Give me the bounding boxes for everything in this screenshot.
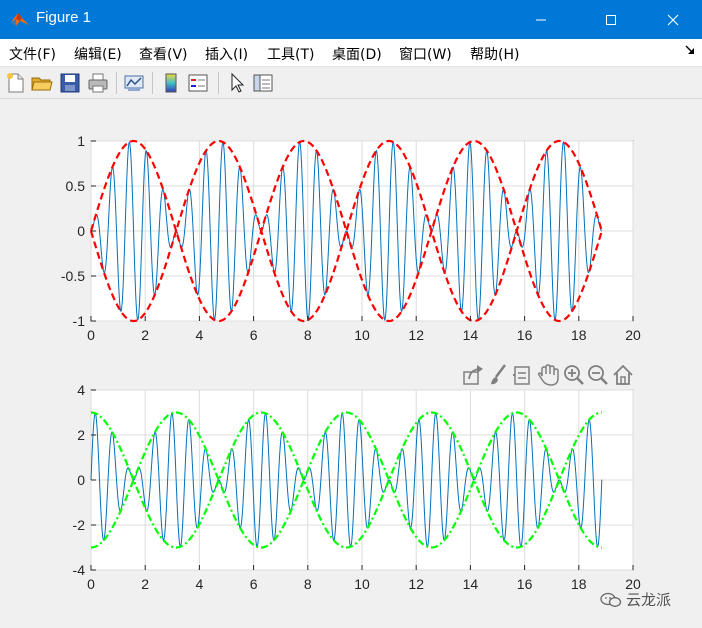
y-tick-label: 4 xyxy=(77,382,85,398)
toolbar-separator xyxy=(152,72,153,94)
x-tick-label: 18 xyxy=(571,576,587,592)
y-tick-label: 1 xyxy=(77,133,85,149)
menu-insert[interactable]: 插入(I) xyxy=(205,44,248,64)
matlab-icon xyxy=(11,13,29,26)
x-tick-label: 6 xyxy=(250,576,258,592)
pointer-icon[interactable] xyxy=(225,71,249,95)
figure-toolbar xyxy=(0,67,702,99)
axes-top[interactable]: 0 2 4 6 8 10 12 14 16 18 20 -1 -0.5 0 0.5 1 xyxy=(61,133,641,343)
menu-file[interactable]: 文件(F) xyxy=(9,44,56,64)
axes-bottom[interactable]: 0 2 4 6 8 10 12 14 16 18 20-4-2024 xyxy=(73,382,641,592)
window-title: Figure 1 xyxy=(36,9,92,26)
menu-tools[interactable]: 工具(T) xyxy=(267,44,314,64)
watermark-text: 云龙派 xyxy=(626,591,672,609)
maximize-icon xyxy=(606,14,616,25)
x-tick-label: 14 xyxy=(463,576,479,592)
toolbar-separator xyxy=(116,72,117,94)
x-tick-label: 18 xyxy=(571,327,587,343)
home-icon[interactable] xyxy=(613,364,633,385)
minimize-button[interactable] xyxy=(518,0,564,39)
zoom-in-icon[interactable] xyxy=(564,365,584,385)
y-tick-label: -4 xyxy=(73,562,86,578)
save-icon[interactable] xyxy=(58,71,82,95)
y-tick-label: 0.5 xyxy=(66,178,86,194)
x-tick-label: 6 xyxy=(250,327,258,343)
y-tick-label: -1 xyxy=(73,313,86,329)
x-tick-label: 14 xyxy=(463,327,479,343)
x-tick-label: 12 xyxy=(408,327,424,343)
menu-bar: 文件(F) 编辑(E) 查看(V) 插入(I) 工具(T) 桌面(D) 窗口(W… xyxy=(0,39,702,67)
open-folder-icon[interactable] xyxy=(30,71,54,95)
x-tick-label: 4 xyxy=(196,327,204,343)
wechat-icon xyxy=(600,592,622,607)
pan-icon[interactable] xyxy=(537,364,559,386)
y-tick-label: 2 xyxy=(77,427,85,443)
y-tick-label: -0.5 xyxy=(61,268,85,284)
menu-edit[interactable]: 编辑(E) xyxy=(74,44,122,64)
y-tick-label: 0 xyxy=(77,223,85,239)
property-editor-icon[interactable] xyxy=(251,71,275,95)
x-tick-label: 10 xyxy=(354,327,370,343)
close-icon xyxy=(667,14,679,25)
menu-desktop[interactable]: 桌面(D) xyxy=(332,44,382,64)
x-tick-label: 16 xyxy=(517,327,533,343)
x-tick-label: 0 xyxy=(87,327,95,343)
print-icon[interactable] xyxy=(86,71,110,95)
zoom-out-icon[interactable] xyxy=(588,365,608,385)
watermark: 云龙派 xyxy=(600,589,671,610)
x-tick-label: 8 xyxy=(304,327,312,343)
figure-canvas: 0 2 4 6 8 10 12 14 16 18 20 -1 -0.5 0 0.5 1 0 2 4 6 8 1 xyxy=(61,133,641,592)
x-tick-label: 2 xyxy=(141,327,149,343)
menu-help[interactable]: 帮助(H) xyxy=(470,44,519,64)
new-file-icon[interactable] xyxy=(4,71,28,95)
x-tick-label: 20 xyxy=(625,327,641,343)
x-tick-label: 8 xyxy=(304,576,312,592)
datatip-icon[interactable] xyxy=(513,366,530,385)
close-button[interactable] xyxy=(650,0,696,39)
axes-toolbar xyxy=(463,364,633,386)
x-tick-label: 16 xyxy=(517,576,533,592)
maximize-button[interactable] xyxy=(588,0,634,39)
y-tick-label: -2 xyxy=(73,517,86,533)
colorbar-icon[interactable] xyxy=(159,71,183,95)
menu-view[interactable]: 查看(V) xyxy=(139,44,188,64)
link-plot-icon[interactable] xyxy=(122,71,146,95)
brush-icon[interactable] xyxy=(491,364,506,385)
minimize-icon xyxy=(536,19,546,20)
x-tick-label: 2 xyxy=(141,576,149,592)
x-tick-label: 0 xyxy=(87,576,95,592)
title-bar: Figure 1 xyxy=(0,0,702,39)
x-tick-label: 10 xyxy=(354,576,370,592)
dock-arrow-icon[interactable] xyxy=(684,44,696,56)
menu-window[interactable]: 窗口(W) xyxy=(399,44,452,64)
y-tick-label: 0 xyxy=(77,472,85,488)
legend-icon[interactable] xyxy=(186,71,210,95)
toolbar-separator xyxy=(218,72,219,94)
x-tick-label: 4 xyxy=(196,576,204,592)
export-icon[interactable] xyxy=(463,365,483,385)
x-tick-label: 12 xyxy=(408,576,424,592)
